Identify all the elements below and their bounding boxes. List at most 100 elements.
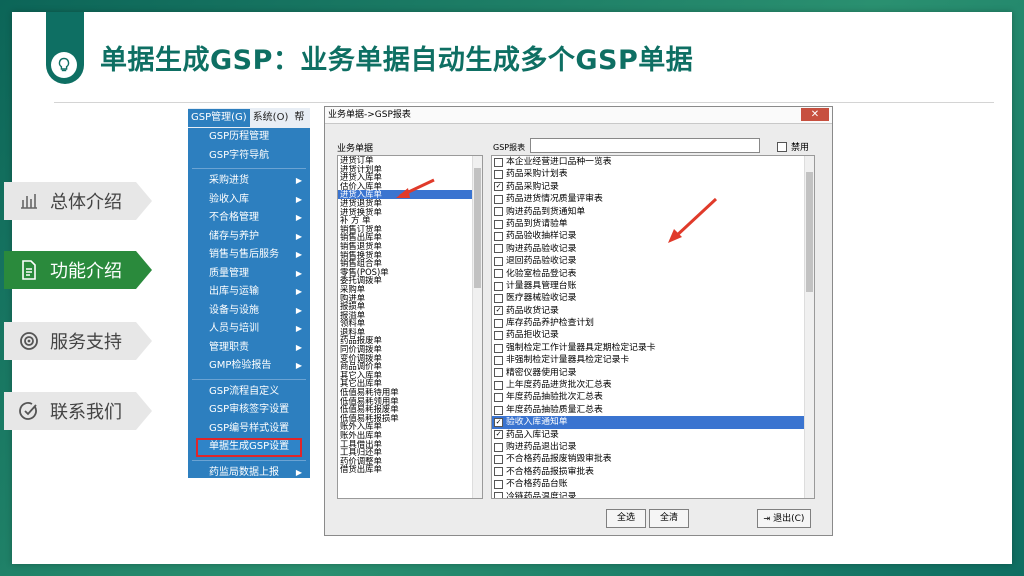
nav-item-features[interactable]: 功能介绍 xyxy=(4,251,152,289)
menu-item[interactable]: 药监局数据上报 ▶ xyxy=(188,464,310,479)
menu-item[interactable]: 人员与培训 ▶ xyxy=(188,320,310,339)
nav-item-overview[interactable]: 总体介绍 xyxy=(4,182,152,220)
business-doc-item[interactable]: 其它出库单 xyxy=(338,379,482,388)
business-doc-item[interactable]: 低值易耗领用单 xyxy=(338,397,482,406)
doc-list-scrollbar[interactable] xyxy=(472,156,482,498)
gsp-report-item[interactable]: 年度药品抽验质量汇总表 xyxy=(492,404,814,416)
gsp-report-item[interactable]: 医疗器械验收记录 xyxy=(492,292,814,304)
business-doc-item[interactable]: 其它入库单 xyxy=(338,371,482,380)
gsp-reports-list[interactable]: 本企业经营进口品种一览表 药品采购计划表 ✓ 药品采购记录 药品进货情况质量评审表 购进药… xyxy=(491,155,815,499)
checkbox-unchecked[interactable] xyxy=(494,281,503,291)
menu-item[interactable]: 出库与运输 ▶ xyxy=(188,283,310,302)
select-all-button[interactable]: 全选 xyxy=(606,509,646,528)
menu-item[interactable]: GSP历程管理 xyxy=(188,128,310,147)
business-doc-item[interactable]: 采购单 xyxy=(338,285,482,294)
checkbox-unchecked[interactable] xyxy=(494,405,503,415)
business-doc-item[interactable]: 账外出库单 xyxy=(338,431,482,440)
checkbox-unchecked[interactable] xyxy=(494,207,503,217)
menu-item[interactable]: GSP审核签字设置 xyxy=(188,401,310,420)
gsp-report-item[interactable]: ✓ 药品入库记录 xyxy=(492,429,814,441)
gsp-report-item[interactable]: 强制检定工作计量器具定期检定记录卡 xyxy=(492,342,814,354)
gsp-report-item[interactable]: 退回药品验收记录 xyxy=(492,255,814,267)
checkbox-unchecked[interactable] xyxy=(494,318,503,328)
gsp-report-item[interactable]: 药品拒收记录 xyxy=(492,329,814,341)
menu-item[interactable]: 验收入库 ▶ xyxy=(188,191,310,210)
scroll-thumb[interactable] xyxy=(806,172,813,292)
business-doc-item[interactable]: 购进单 xyxy=(338,294,482,303)
business-doc-item[interactable]: 同价调拨单 xyxy=(338,345,482,354)
checkbox-unchecked[interactable] xyxy=(494,455,503,465)
business-doc-item[interactable]: 工具借出单 xyxy=(338,440,482,449)
gsp-report-item[interactable]: 非强制检定计量器具检定记录卡 xyxy=(492,354,814,366)
business-doc-item[interactable]: 销售订货单 xyxy=(338,225,482,234)
checkbox-checked[interactable]: ✓ xyxy=(494,417,503,427)
gsp-report-item[interactable]: 冷链药品温度记录 xyxy=(492,491,814,498)
business-doc-item[interactable]: 商品调价单 xyxy=(338,362,482,371)
business-doc-item[interactable]: 变价调拨单 xyxy=(338,354,482,363)
menu-item-highlighted[interactable]: 单据生成GSP设置 xyxy=(196,438,302,457)
business-docs-list[interactable]: 进货订单 进货计划单 进货入库单 估价入库单 进货入库单 进货退货单 进货换货单补 方 单销… xyxy=(337,155,483,499)
gsp-report-item[interactable]: 上年度药品进货批次汇总表 xyxy=(492,379,814,391)
gsp-report-item[interactable]: 本企业经营进口品种一览表 xyxy=(492,156,814,168)
scroll-thumb[interactable] xyxy=(474,168,481,288)
checkbox-unchecked[interactable] xyxy=(494,244,503,254)
clear-all-button[interactable]: 全清 xyxy=(649,509,689,528)
checkbox-unchecked[interactable] xyxy=(494,331,503,341)
checkbox-unchecked[interactable] xyxy=(494,343,503,353)
gsp-report-item[interactable]: 库存药品养护检查计划 xyxy=(492,317,814,329)
exit-button[interactable]: ⇥ 退出(C) xyxy=(757,509,811,528)
checkbox-unchecked[interactable] xyxy=(494,293,503,303)
menu-item[interactable]: GSP字符导航 xyxy=(188,147,310,166)
business-doc-item[interactable]: 工具归还单 xyxy=(338,448,482,457)
gsp-report-item[interactable]: 药品进货情况质量评审表 xyxy=(492,193,814,205)
gsp-report-input[interactable] xyxy=(530,138,760,153)
business-doc-item[interactable]: 销售退货单 xyxy=(338,242,482,251)
menu-item[interactable]: 储存与养护 ▶ xyxy=(188,228,310,247)
business-doc-item[interactable]: 退料单 xyxy=(338,328,482,337)
business-doc-item[interactable]: 领料单 xyxy=(338,319,482,328)
gsp-report-item[interactable]: 不合格药品报损审批表 xyxy=(492,466,814,478)
checkbox-checked[interactable]: ✓ xyxy=(494,430,503,440)
gsp-report-item[interactable]: 药品到货请验单 xyxy=(492,218,814,230)
checkbox-unchecked[interactable] xyxy=(494,380,503,390)
menu-item[interactable]: 销售与售后服务 ▶ xyxy=(188,246,310,265)
checkbox-unchecked[interactable] xyxy=(494,157,503,167)
menu-item[interactable]: 设备与设施 ▶ xyxy=(188,302,310,321)
gsp-report-item[interactable]: 药品验收抽样记录 xyxy=(492,230,814,242)
business-doc-item[interactable]: 低值易耗待用单 xyxy=(338,388,482,397)
business-doc-item[interactable]: 销售换货单 xyxy=(338,251,482,260)
menu-item[interactable]: 质量管理 ▶ xyxy=(188,265,310,284)
business-doc-item[interactable]: 销售组合单 xyxy=(338,259,482,268)
menu-item[interactable]: 不合格管理 ▶ xyxy=(188,209,310,228)
checkbox-unchecked[interactable] xyxy=(494,269,503,279)
disable-checkbox[interactable]: 禁用 xyxy=(777,140,809,153)
gsp-report-item[interactable]: ✓ 药品采购记录 xyxy=(492,181,814,193)
menu-item[interactable]: 管理职责 ▶ xyxy=(188,339,310,358)
gsp-report-item[interactable]: 不合格药品报废销毁审批表 xyxy=(492,453,814,465)
business-doc-item[interactable]: 委托调拨单 xyxy=(338,276,482,285)
business-doc-item[interactable]: 账外入库单 xyxy=(338,422,482,431)
business-doc-item[interactable]: 补 方 单 xyxy=(338,216,482,225)
checkbox-unchecked[interactable] xyxy=(494,393,503,403)
checkbox-unchecked[interactable] xyxy=(494,355,503,365)
report-list-scrollbar[interactable] xyxy=(804,156,814,498)
checkbox-unchecked[interactable] xyxy=(494,479,503,489)
gsp-report-item[interactable]: 购进药品到货通知单 xyxy=(492,206,814,218)
gsp-report-item[interactable]: 精密仪器使用记录 xyxy=(492,367,814,379)
nav-item-support[interactable]: 服务支持 xyxy=(4,322,152,360)
menu-gsp[interactable]: GSP管理(G) xyxy=(188,109,250,127)
business-doc-item[interactable]: 进货计划单 xyxy=(338,165,482,174)
menu-item[interactable]: GSP流程自定义 xyxy=(188,383,310,402)
business-doc-item[interactable]: 进货订单 xyxy=(338,156,482,165)
business-doc-item[interactable]: 销售出库单 xyxy=(338,233,482,242)
gsp-report-item[interactable]: 药品采购计划表 xyxy=(492,168,814,180)
checkbox-unchecked[interactable] xyxy=(494,256,503,266)
checkbox-unchecked[interactable] xyxy=(494,194,503,204)
checkbox-unchecked[interactable] xyxy=(494,442,503,452)
gsp-report-item[interactable]: 化验室检品登记表 xyxy=(492,268,814,280)
business-doc-item[interactable]: 药品报废单 xyxy=(338,336,482,345)
checkbox-unchecked[interactable] xyxy=(494,219,503,229)
menu-help[interactable]: 帮 xyxy=(291,109,307,127)
gsp-report-item[interactable]: ✓ 药品收货记录 xyxy=(492,305,814,317)
menu-item[interactable]: GSP编号样式设置 xyxy=(188,420,310,439)
